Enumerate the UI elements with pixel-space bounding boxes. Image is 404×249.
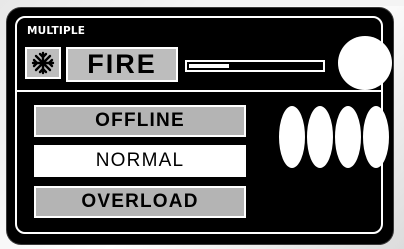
snowflake-icon [31,51,55,75]
level-slider-fill [189,64,229,68]
fire-button[interactable]: FIRE [66,47,178,82]
level-slider[interactable] [185,60,325,72]
channel-indicator-3 [335,106,361,168]
snowflake-button[interactable] [25,47,61,79]
panel-divider [17,90,381,92]
mode-normal-button[interactable]: NORMAL [34,145,246,177]
background-stripe [200,0,404,6]
status-light [338,36,392,90]
mode-overload-button[interactable]: OVERLOAD [34,186,246,218]
channel-indicator-1 [279,106,305,168]
multiple-fire-panel: MULTIPLE FIRE OFFLINE NORMAL OVERLOAD [7,8,393,244]
channel-indicator-2 [307,106,333,168]
mode-offline-button[interactable]: OFFLINE [34,105,246,137]
channel-indicator-4 [363,106,389,168]
panel-title: MULTIPLE [27,25,86,37]
